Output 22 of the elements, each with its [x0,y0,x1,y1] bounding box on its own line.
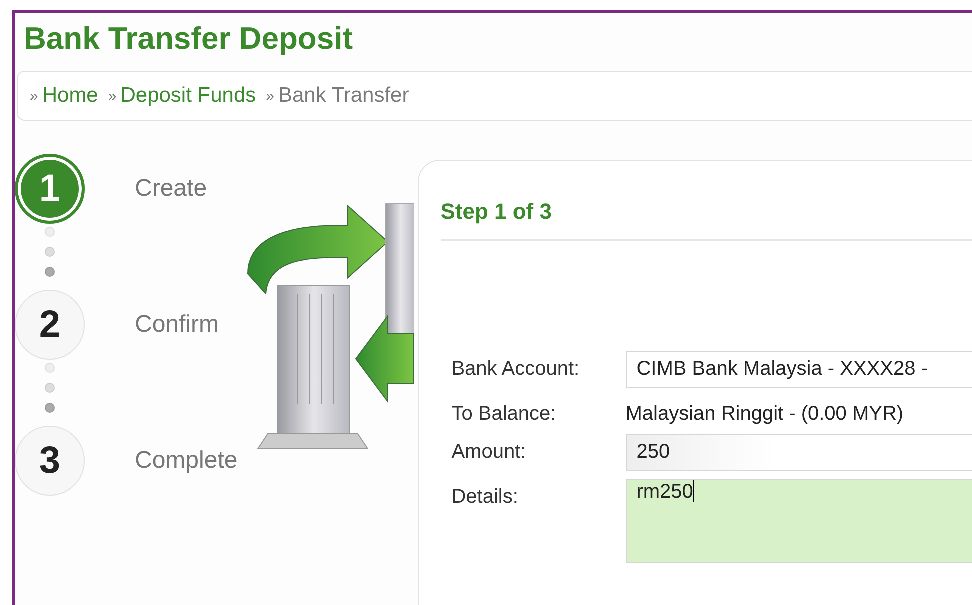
page-title: Bank Transfer Deposit [24,21,354,57]
breadcrumb-link[interactable]: Home [42,84,98,108]
breadcrumb-link[interactable]: Deposit Funds [120,84,256,108]
field-label: To Balance: [452,402,558,426]
field-label: Bank Account: [452,357,581,381]
balance-value: Malaysian Ringgit - (0.00 MYR) [626,402,905,426]
bank-account-dropdown[interactable]: CIMB Bank Malaysia - XXXX28 - [626,351,972,388]
field-label: Details: [452,485,520,509]
step-label: Confirm [135,311,220,339]
details-field[interactable]: rm250 [626,479,972,563]
breadcrumb-separator: » [108,88,117,104]
step-label: Complete [135,447,238,475]
step-number: 2 [15,290,85,360]
step-heading: Step 1 of 3 [440,199,552,225]
field-label: Amount: [452,440,528,464]
step-number: 3 [15,426,85,496]
breadcrumb-separator: » [266,88,274,104]
step-number: 1 [15,154,85,224]
amount-field[interactable]: 250 [626,434,972,471]
breadcrumb-current: Bank Transfer [278,84,410,108]
step-label: Create [135,175,208,203]
breadcrumb-separator: » [30,88,38,104]
